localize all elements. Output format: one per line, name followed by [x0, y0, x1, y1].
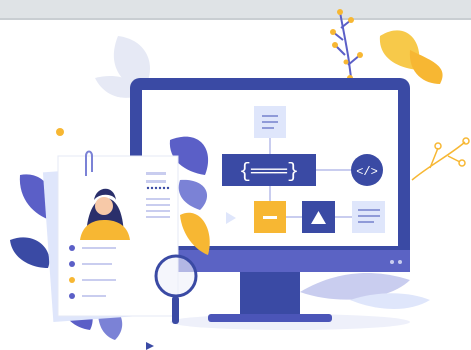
svg-text:{═══}: {═══}	[239, 161, 299, 184]
monitor-base	[208, 314, 332, 322]
profile-card	[42, 150, 179, 323]
leaf-decoration-right	[300, 272, 430, 309]
right-branch	[411, 141, 466, 181]
small-arrow-icon	[146, 342, 154, 350]
svg-text:</>: </>	[356, 165, 378, 179]
monitor-stand	[240, 272, 300, 316]
illustration-scene: {═══} </>	[10, 9, 470, 350]
illustration-stage: {═══} </>	[0, 0, 471, 350]
